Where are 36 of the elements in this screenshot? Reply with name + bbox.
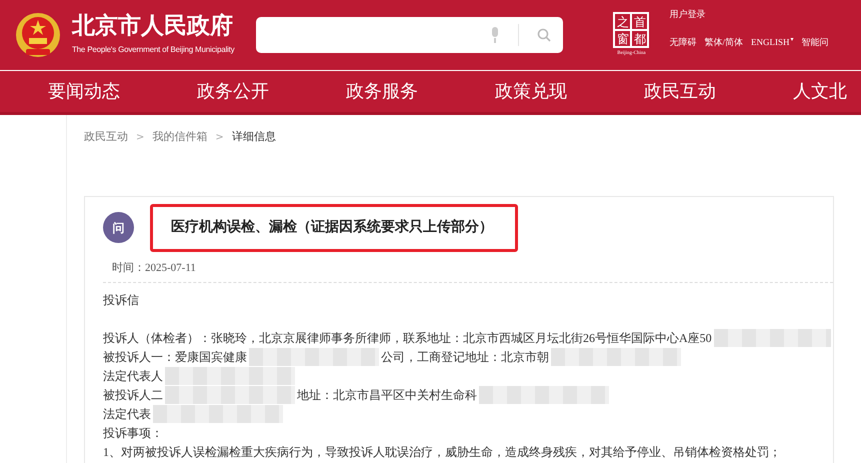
national-emblem-icon [14,11,62,59]
nav-tab[interactable]: 政务公开 [197,78,269,105]
breadcrumb-link[interactable]: 我的信件箱 [152,129,208,146]
letter-text: 被投诉人二 [103,386,163,404]
capital-logo[interactable]: 之 首 窗 都 [613,12,650,48]
letter-date: 2025-07-11 [145,260,196,276]
letter-text: 法定代表 [103,406,151,422]
search-field[interactable] [256,17,564,53]
time-label: 时间： [112,260,145,276]
nav-tab[interactable]: 政务服务 [346,78,418,105]
header-link[interactable]: 无障碍 [669,36,696,49]
letter-text: 被投诉人一：爱康国宾健康 [103,348,247,366]
search-icon[interactable] [537,28,552,42]
microphone-icon[interactable] [490,27,500,43]
question-badge: 问 [103,212,134,243]
letter-text: 公司，工商登记地址：北京市朝 [381,348,549,366]
breadcrumb-separator: > [136,130,144,145]
letter-text: 地址：北京市昌平区中关村生命科 [297,386,477,404]
letter-text: 投诉事项： [103,424,163,442]
header-link[interactable]: 繁体/简体 [704,36,743,49]
nav-tab[interactable]: 政策兑现 [495,78,567,105]
breadcrumb-link[interactable]: 政民互动 [84,129,128,146]
letter-text: 1、对两被投诉人误检漏检重大疾病行为，导致投诉人耽误治疗，威胁生命，造成终身残疾，对其给予停业、吊销体检资格处罚； [103,444,781,460]
breadcrumb-separator: > [215,130,224,145]
letter-heading: 投诉信 [103,292,140,309]
site-title: 北京市人民政府 [72,14,234,38]
nav-tab[interactable]: 人文北 [793,78,847,105]
letter-text: 投诉人（体检者）：张晓玲，北京京展律师事务所律师，联系地址：北京市西城区月坛北街26号恒华国际中心A座50 [103,330,712,346]
header-link[interactable]: 智能问 [801,36,828,49]
nav-tab[interactable]: 政民互动 [644,78,716,105]
breadcrumb-link[interactable]: 详细信息 [232,129,276,146]
letter-title: 医疗机构误检、漏检（证据因系统要求只上传部分） [171,218,493,237]
nav-tab[interactable]: 要闻动态 [48,78,120,105]
site-subtitle: The People's Government of Beijing Municipality [72,44,234,56]
letter-text: 法定代表人 [103,368,163,384]
user-login-link[interactable]: 用户登录 [669,8,828,22]
